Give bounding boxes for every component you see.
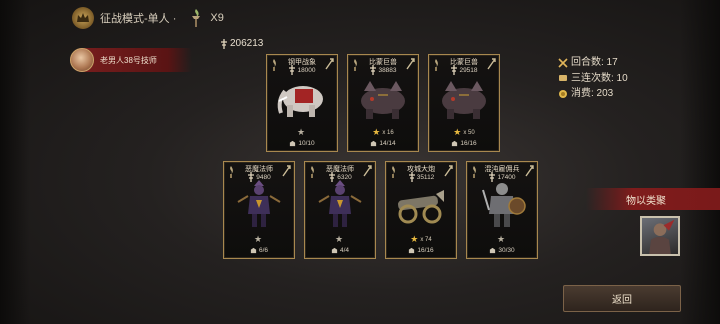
scroll-icon xyxy=(559,75,567,82)
unit-stars: ★ x 16 xyxy=(348,127,418,138)
total-power: 206213 xyxy=(220,38,263,49)
unit-stars: ★ x 50 xyxy=(429,127,499,138)
unit-card[interactable]: 钢甲战象 18000 ★ 10/10 xyxy=(266,54,338,152)
unit-portrait xyxy=(473,180,531,228)
unit-card[interactable]: 恶魔法师 9480 ★ 6/6 xyxy=(223,161,295,259)
player-name: 老男人38号技师 xyxy=(100,55,157,65)
battle-stats: 回合数: 17 三连次数: 10 消费: 203 xyxy=(558,55,628,102)
unit-card[interactable]: 比蒙巨兽 29518 ★ x 50 16/16 xyxy=(428,54,500,152)
torch-count: X9 xyxy=(210,12,224,24)
star-icon: ★ xyxy=(296,127,306,137)
star-icon: ★ xyxy=(453,127,462,137)
torch-icon xyxy=(192,9,201,27)
unit-card[interactable]: 混沌雇佣兵 17400 ★ 30/30 xyxy=(466,161,538,259)
unit-stars: ★ xyxy=(224,234,294,245)
unit-stars: ★ xyxy=(305,234,375,245)
star-icon: ★ xyxy=(372,127,381,137)
left-vignette xyxy=(0,0,30,324)
troop-icon xyxy=(409,247,415,254)
unit-troops: 4/4 xyxy=(305,247,375,254)
unit-portrait xyxy=(435,73,493,121)
star-multiplier: x 16 xyxy=(382,129,394,136)
stat-cost: 消费: 203 xyxy=(558,86,628,102)
stat-rounds: 回合数: 17 xyxy=(558,55,628,71)
back-button[interactable]: 返回 xyxy=(563,285,681,312)
star-icon: ★ xyxy=(496,234,506,244)
unit-card[interactable]: 比蒙巨兽 38883 ★ x 16 14/14 xyxy=(347,54,419,152)
star-icon: ★ xyxy=(410,234,419,244)
right-vignette xyxy=(680,0,720,324)
unit-card[interactable]: 恶魔法师 6320 ★ 4/4 xyxy=(304,161,376,259)
unit-troops: 16/16 xyxy=(429,140,499,147)
mode-label: 征战模式-单人 · xyxy=(100,13,177,25)
unit-portrait xyxy=(311,180,369,228)
bonus-banner: 物以类聚 xyxy=(586,188,720,210)
troop-icon xyxy=(250,247,257,254)
power-icon xyxy=(221,38,227,49)
unit-troops: 16/16 xyxy=(386,247,456,254)
coin-icon xyxy=(559,89,567,98)
unit-stars: ★ xyxy=(267,127,337,138)
bonus-portrait[interactable] xyxy=(640,216,680,256)
unit-portrait xyxy=(273,73,331,121)
stat-triples: 三连次数: 10 xyxy=(558,71,628,87)
player-tag[interactable]: 老男人38号技师 xyxy=(70,48,192,72)
crossed-swords-icon xyxy=(558,58,568,68)
unit-portrait xyxy=(392,180,450,228)
star-icon: ★ xyxy=(253,234,263,244)
star-multiplier: x 50 xyxy=(463,129,475,136)
bonus-label: 物以类聚 xyxy=(626,195,666,207)
unit-portrait xyxy=(230,180,288,228)
mode-header: 征战模式-单人 · X9 xyxy=(72,7,224,29)
unit-stars: ★ x 74 xyxy=(386,234,456,245)
troop-icon xyxy=(490,247,496,254)
star-multiplier: x 74 xyxy=(420,236,432,243)
unit-troops: 14/14 xyxy=(348,140,418,147)
back-button-label: 返回 xyxy=(612,295,632,306)
unit-card[interactable]: 攻城大炮 35112 ★ x 74 16/16 xyxy=(385,161,457,259)
troop-icon xyxy=(290,140,296,147)
unit-troops: 30/30 xyxy=(467,247,537,254)
unit-troops: 6/6 xyxy=(224,247,294,254)
unit-troops: 10/10 xyxy=(267,140,337,147)
troop-icon xyxy=(371,140,377,147)
unit-portrait xyxy=(354,73,412,121)
total-power-value: 206213 xyxy=(230,38,264,49)
troop-icon xyxy=(331,247,338,254)
troop-icon xyxy=(452,140,458,147)
warrior-portrait-icon xyxy=(649,219,675,254)
star-icon: ★ xyxy=(334,234,344,244)
crown-emblem-icon xyxy=(72,7,94,29)
unit-stars: ★ xyxy=(467,234,537,245)
avatar xyxy=(70,48,94,72)
